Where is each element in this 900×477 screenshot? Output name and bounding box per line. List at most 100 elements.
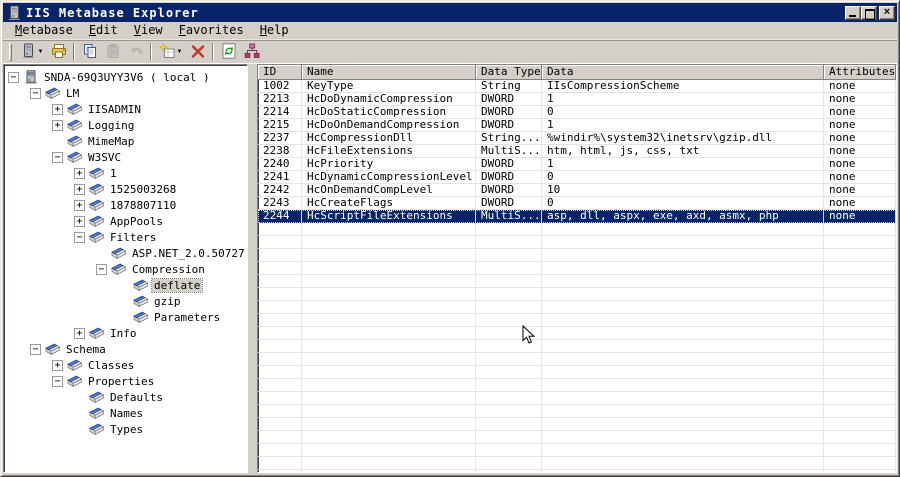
tree-item-mimemap[interactable]: MimeMap xyxy=(4,133,247,149)
cell-data xyxy=(542,366,824,379)
column-header-name[interactable]: Name xyxy=(302,65,476,80)
toolbar: ▼ ▼ xyxy=(3,40,897,64)
column-header-data[interactable]: Data xyxy=(542,65,824,80)
tree-item-label: SNDA-69Q3UYY3V6 ( local ) xyxy=(44,70,210,84)
expand-toggle[interactable]: + xyxy=(52,119,63,131)
tree-item-names[interactable]: Names xyxy=(4,405,247,421)
collapse-toggle[interactable]: − xyxy=(30,343,41,355)
collapse-toggle[interactable]: − xyxy=(52,151,63,163)
tree-item-types[interactable]: Types xyxy=(4,421,247,437)
tree-item-asp-net-2-0-50727-0[interactable]: ASP.NET_2.0.50727.0 xyxy=(4,245,247,261)
tree-item-iisadmin[interactable]: + IISADMIN xyxy=(4,101,247,117)
list-row-2237[interactable]: 2237 HcCompressionDll String... %windir%\sy… xyxy=(258,132,896,145)
menu-favorites[interactable]: Favorites xyxy=(171,22,252,39)
minimize-button[interactable] xyxy=(845,5,861,20)
list-row-2242[interactable]: 2242 HcOnDemandCompLevel DWORD 10 none xyxy=(258,184,896,197)
tree-item-deflate[interactable]: deflate xyxy=(4,277,247,293)
list-row-2213[interactable]: 2213 HcDoDynamicCompression DWORD 1 none xyxy=(258,93,896,106)
tree-item-1878807110[interactable]: +1878807110 xyxy=(4,197,247,213)
dropdown-arrow-icon[interactable]: ▼ xyxy=(177,49,183,55)
tree-item-info[interactable]: + Info xyxy=(4,325,247,341)
new-key-button[interactable]: ▼ xyxy=(155,41,186,63)
cell-id: 2238 xyxy=(258,145,302,158)
cell-attributes: none xyxy=(824,197,896,210)
print-button[interactable] xyxy=(47,41,70,63)
list-row-2241[interactable]: 2241 HcDynamicCompressionLevel DWORD 0 none xyxy=(258,171,896,184)
key-icon xyxy=(89,215,105,228)
tree-item-snda-69q3uyy3v6-local[interactable]: − SNDA-69Q3UYY3V6 ( local ) xyxy=(4,69,247,85)
tree-item-apppools[interactable]: + AppPools xyxy=(4,213,247,229)
tree-item-schema[interactable]: − Schema xyxy=(4,341,247,357)
menu-help[interactable]: Help xyxy=(252,22,297,39)
tree-item-parameters[interactable]: Parameters xyxy=(4,309,247,325)
tree-item-compression[interactable]: − Compression xyxy=(4,261,247,277)
pane-splitter[interactable] xyxy=(248,64,257,473)
menu-edit[interactable]: Edit xyxy=(81,22,126,39)
list-row-1002[interactable]: 1002 KeyType String IIsCompressionScheme non… xyxy=(258,80,896,93)
tree-item-defaults[interactable]: Defaults xyxy=(4,389,247,405)
expand-toggle[interactable]: + xyxy=(52,103,63,115)
undo-button[interactable] xyxy=(124,41,147,63)
menu-view[interactable]: View xyxy=(126,22,171,39)
refresh-button[interactable] xyxy=(217,41,240,63)
cell-name: HcDoStaticCompression xyxy=(302,106,476,119)
tree-item-classes[interactable]: + Classes xyxy=(4,357,247,373)
hierarchy-button[interactable] xyxy=(240,41,263,63)
expand-toggle[interactable]: + xyxy=(74,327,85,339)
toolbar-grip[interactable] xyxy=(9,43,12,61)
collapse-toggle[interactable]: − xyxy=(52,375,63,387)
key-icon xyxy=(89,183,105,196)
cell-data-type xyxy=(476,301,542,314)
collapse-toggle[interactable]: − xyxy=(8,71,19,83)
cell-name xyxy=(302,379,476,392)
cell-id: 2213 xyxy=(258,93,302,106)
dropdown-arrow-icon[interactable]: ▼ xyxy=(38,49,44,55)
paste-button[interactable] xyxy=(101,41,124,63)
connect-button[interactable]: ▼ xyxy=(16,41,47,63)
expand-toggle[interactable]: + xyxy=(74,215,85,227)
no-toggle xyxy=(74,392,85,403)
server-icon xyxy=(9,5,20,20)
tree-item-lm[interactable]: − LM xyxy=(4,85,247,101)
cell-data xyxy=(542,288,824,301)
copy-button[interactable] xyxy=(78,41,101,63)
key-icon xyxy=(67,119,83,132)
list-row-2214[interactable]: 2214 HcDoStaticCompression DWORD 0 none xyxy=(258,106,896,119)
column-header-id[interactable]: ID xyxy=(258,65,302,80)
no-toggle xyxy=(118,296,129,307)
list-row-empty xyxy=(258,444,896,457)
tree-item-gzip[interactable]: gzip xyxy=(4,293,247,309)
key-icon xyxy=(133,279,149,292)
delete-button[interactable] xyxy=(186,41,209,63)
list-row-2238[interactable]: 2238 HcFileExtensions MultiS... htm, html, … xyxy=(258,145,896,158)
tree-item-w3svc[interactable]: − W3SVC xyxy=(4,149,247,165)
tree-item-filters[interactable]: − Filters xyxy=(4,229,247,245)
expand-toggle[interactable]: + xyxy=(52,359,63,371)
column-header-attributes[interactable]: Attributes xyxy=(824,65,896,80)
list-row-2240[interactable]: 2240 HcPriority DWORD 1 none xyxy=(258,158,896,171)
tree-item-label: Info xyxy=(110,326,137,340)
toolbar-separator xyxy=(212,43,214,61)
collapse-toggle[interactable]: − xyxy=(30,87,41,99)
tree-item-label: AppPools xyxy=(110,214,163,228)
undo-icon xyxy=(130,47,142,54)
column-header-data-type[interactable]: Data Type xyxy=(476,65,542,80)
tree-item-1[interactable]: +1 xyxy=(4,165,247,181)
list-row-2215[interactable]: 2215 HcDoOnDemandCompression DWORD 1 none xyxy=(258,119,896,132)
close-button[interactable]: × xyxy=(879,5,895,20)
expand-toggle[interactable]: + xyxy=(74,199,85,211)
tree-item-properties[interactable]: − Properties xyxy=(4,373,247,389)
key-icon xyxy=(88,326,105,340)
list-row-2244[interactable]: 2244 HcScriptFileExtensions MultiS... asp, … xyxy=(258,210,896,223)
list-row-empty xyxy=(258,275,896,288)
expand-toggle[interactable]: + xyxy=(74,167,85,179)
collapse-toggle[interactable]: − xyxy=(96,263,107,275)
menu-metabase[interactable]: Metabase xyxy=(7,22,81,39)
list-row-2243[interactable]: 2243 HcCreateFlags DWORD 0 none xyxy=(258,197,896,210)
tree-item-1525003268[interactable]: +1525003268 xyxy=(4,181,247,197)
tree-item-logging[interactable]: + Logging xyxy=(4,117,247,133)
collapse-toggle[interactable]: − xyxy=(74,231,85,243)
maximize-button[interactable] xyxy=(861,5,877,20)
expand-toggle[interactable]: + xyxy=(74,183,85,195)
key-icon xyxy=(66,134,83,148)
